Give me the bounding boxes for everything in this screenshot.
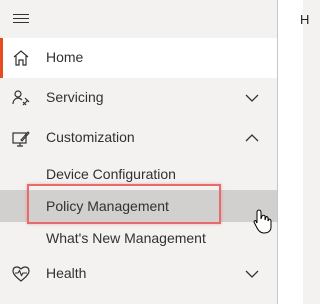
- nav-item-health-label: Health: [46, 265, 87, 281]
- nav-item-customization[interactable]: Customization: [0, 118, 277, 158]
- selected-indicator: [0, 38, 3, 78]
- nav-subitem-label: Device Configuration: [46, 166, 176, 182]
- servicing-icon: [12, 90, 30, 106]
- home-icon: [13, 50, 29, 66]
- nav-item-customization-label: Customization: [46, 129, 135, 145]
- hamburger-menu-icon[interactable]: [13, 14, 29, 24]
- hand-cursor-icon: [253, 209, 272, 234]
- chevron-down-icon[interactable]: [244, 92, 260, 104]
- content-pane: H: [278, 0, 309, 304]
- navigation-pane: Home Servicing Customization Device Conf…: [0, 0, 277, 304]
- content-pane-title: H: [300, 12, 310, 27]
- customization-icon: [12, 131, 30, 147]
- nav-subitem-label: What's New Management: [46, 230, 206, 246]
- health-icon: [12, 266, 30, 282]
- nav-item-home-label: Home: [46, 49, 84, 65]
- nav-item-servicing-label: Servicing: [46, 89, 104, 105]
- nav-item-home[interactable]: Home: [0, 38, 277, 78]
- annotation-highlight-box: [27, 184, 221, 224]
- nav-subitem-whats-new-management[interactable]: What's New Management: [0, 222, 277, 254]
- nav-item-servicing[interactable]: Servicing: [0, 78, 277, 118]
- chevron-up-icon[interactable]: [244, 132, 260, 144]
- nav-item-health[interactable]: Health: [0, 254, 277, 294]
- chevron-down-icon[interactable]: [244, 268, 260, 280]
